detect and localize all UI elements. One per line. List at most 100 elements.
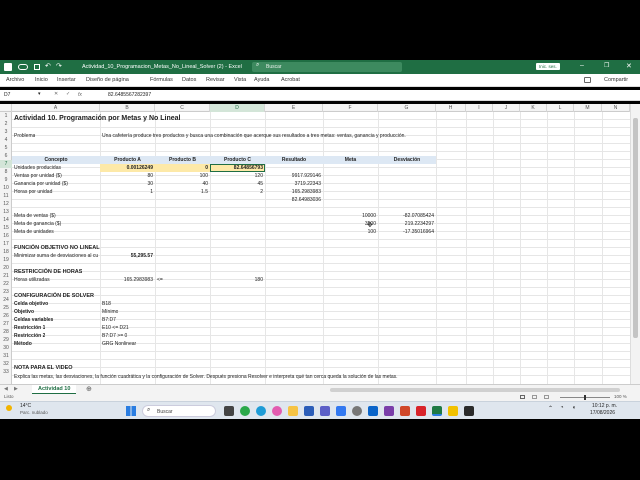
- select-all-corner[interactable]: [0, 104, 12, 112]
- next-sheet-icon[interactable]: ▶: [14, 386, 18, 392]
- solver-label-3[interactable]: Celdas variables: [14, 316, 53, 324]
- solver-value-4[interactable]: E10 <= D21: [102, 324, 129, 332]
- menu-datos[interactable]: Datos: [182, 77, 196, 83]
- cell-e11[interactable]: 82.64983036: [265, 196, 321, 204]
- taskview-icon[interactable]: [224, 406, 234, 416]
- cell-c7[interactable]: 0: [155, 164, 208, 172]
- solver-value-3[interactable]: B7:D7: [102, 316, 116, 324]
- cell-a20[interactable]: RESTRICCIÓN DE HORAS: [14, 268, 82, 276]
- horizontal-scrollbar[interactable]: [330, 388, 620, 392]
- row-header[interactable]: 14: [0, 216, 12, 224]
- clock-time[interactable]: 10:12 p. m.: [592, 403, 617, 409]
- cell-f15[interactable]: 100: [323, 228, 376, 236]
- row-header[interactable]: 9: [0, 176, 12, 184]
- sign-in-button[interactable]: Inic. ses.: [536, 63, 560, 70]
- row-header[interactable]: 19: [0, 256, 12, 264]
- row-header[interactable]: 18: [0, 248, 12, 256]
- menu-archivo[interactable]: Archivo: [6, 77, 24, 83]
- volume-icon[interactable]: ◖: [572, 405, 576, 411]
- minimize-icon[interactable]: –: [580, 62, 584, 69]
- cancel-icon[interactable]: ✕: [54, 91, 58, 97]
- onenote-icon[interactable]: [384, 406, 394, 416]
- row-header[interactable]: 25: [0, 304, 12, 312]
- name-box[interactable]: D7: [4, 92, 10, 98]
- acrobat-icon[interactable]: [416, 406, 426, 416]
- column-header-l[interactable]: L: [547, 104, 574, 112]
- row-header[interactable]: 15: [0, 224, 12, 232]
- cell-a21[interactable]: Horas utilizadas: [14, 276, 100, 284]
- row-header[interactable]: 31: [0, 352, 12, 360]
- cell-d21[interactable]: 180: [210, 276, 263, 284]
- row-header[interactable]: 3: [0, 128, 12, 136]
- column-header-k[interactable]: K: [520, 104, 547, 112]
- cell-d9[interactable]: 45: [210, 180, 263, 188]
- column-header-n[interactable]: N: [602, 104, 630, 112]
- prev-sheet-icon[interactable]: ◀: [4, 386, 8, 392]
- excel-taskbar-icon[interactable]: [432, 406, 442, 416]
- cell-a17[interactable]: FUNCIÓN OBJETIVO NO LINEAL: [14, 244, 100, 252]
- menu-insertar[interactable]: Insertar: [57, 77, 76, 83]
- zoom-level[interactable]: 100 %: [614, 394, 627, 399]
- column-header-d[interactable]: D: [210, 104, 265, 112]
- dropbox-icon[interactable]: [336, 406, 346, 416]
- copilot-icon[interactable]: [272, 406, 282, 416]
- solver-label-4[interactable]: Restricción 1: [14, 324, 45, 332]
- solver-value-6[interactable]: GRG Nonlinear: [102, 340, 136, 348]
- solver-label-2[interactable]: Objetivo: [14, 308, 34, 316]
- clock-date[interactable]: 17/08/2026: [590, 410, 615, 416]
- taskbar-search[interactable]: ⌕ Buscar: [142, 405, 216, 417]
- row-header[interactable]: 33: [0, 368, 12, 376]
- zoom-slider[interactable]: [560, 395, 610, 400]
- cell-a9[interactable]: Ganancia por unidad ($): [14, 180, 100, 188]
- cell-c10[interactable]: 1.5: [155, 188, 208, 196]
- row-header[interactable]: 21: [0, 272, 12, 280]
- powerpoint-icon[interactable]: [400, 406, 410, 416]
- chrome-icon[interactable]: [240, 406, 250, 416]
- row-header[interactable]: 28: [0, 328, 12, 336]
- cell-e8[interactable]: 9917.929146: [265, 172, 321, 180]
- row-header[interactable]: 16: [0, 232, 12, 240]
- row-header[interactable]: 23: [0, 288, 12, 296]
- solver-value-1[interactable]: B18: [102, 300, 111, 308]
- add-sheet-icon[interactable]: ⊕: [86, 385, 92, 393]
- row-header[interactable]: 6: [0, 152, 12, 160]
- outlook-icon[interactable]: [368, 406, 378, 416]
- cell-g15[interactable]: -17.35016964: [378, 228, 434, 236]
- notes-icon[interactable]: [448, 406, 458, 416]
- scroll-thumb[interactable]: [633, 118, 638, 338]
- row-header[interactable]: 12: [0, 200, 12, 208]
- fx-icon[interactable]: fx: [78, 92, 82, 98]
- solver-value-5[interactable]: B7:D7 >= 0: [102, 332, 127, 340]
- row-header[interactable]: 13: [0, 208, 12, 216]
- explorer-icon[interactable]: [288, 406, 298, 416]
- cell-a14[interactable]: Meta de ganancia ($): [14, 220, 100, 228]
- cell-a32[interactable]: NOTA PARA EL VIDEO: [14, 364, 73, 372]
- solver-label-6[interactable]: Método: [14, 340, 32, 348]
- sheet-tab-actividad-10[interactable]: Actividad 10: [32, 385, 77, 394]
- save-icon[interactable]: [34, 64, 40, 70]
- cell-b7[interactable]: 0.00126249: [100, 164, 153, 172]
- row-header[interactable]: 5: [0, 144, 12, 152]
- cell-a7[interactable]: Unidades producidas: [14, 164, 100, 172]
- cell-d10[interactable]: 2: [210, 188, 263, 196]
- column-header-i[interactable]: I: [466, 104, 493, 112]
- menu-ayuda[interactable]: Ayuda: [254, 77, 270, 83]
- row-header[interactable]: 20: [0, 264, 12, 272]
- cell-c8[interactable]: 100: [155, 172, 208, 180]
- tray-chevron-icon[interactable]: ⌃: [548, 405, 553, 412]
- cell-b10[interactable]: 1: [100, 188, 153, 196]
- row-header[interactable]: 24: [0, 296, 12, 304]
- row-header[interactable]: 29: [0, 336, 12, 344]
- cell-f13[interactable]: 10000: [323, 212, 376, 220]
- cell-b18[interactable]: 55,295.57: [100, 252, 153, 260]
- row-header[interactable]: 30: [0, 344, 12, 352]
- menu-inicio[interactable]: Inicio: [35, 77, 48, 83]
- solver-label-5[interactable]: Restricción 2: [14, 332, 45, 340]
- column-header-g[interactable]: G: [378, 104, 436, 112]
- close-icon[interactable]: ✕: [626, 62, 632, 70]
- row-header[interactable]: 17: [0, 240, 12, 248]
- cell-b8[interactable]: 80: [100, 172, 153, 180]
- zoom-slider-thumb[interactable]: [584, 395, 586, 400]
- row-header[interactable]: 1: [0, 112, 12, 120]
- cell-a10[interactable]: Horas por unidad: [14, 188, 100, 196]
